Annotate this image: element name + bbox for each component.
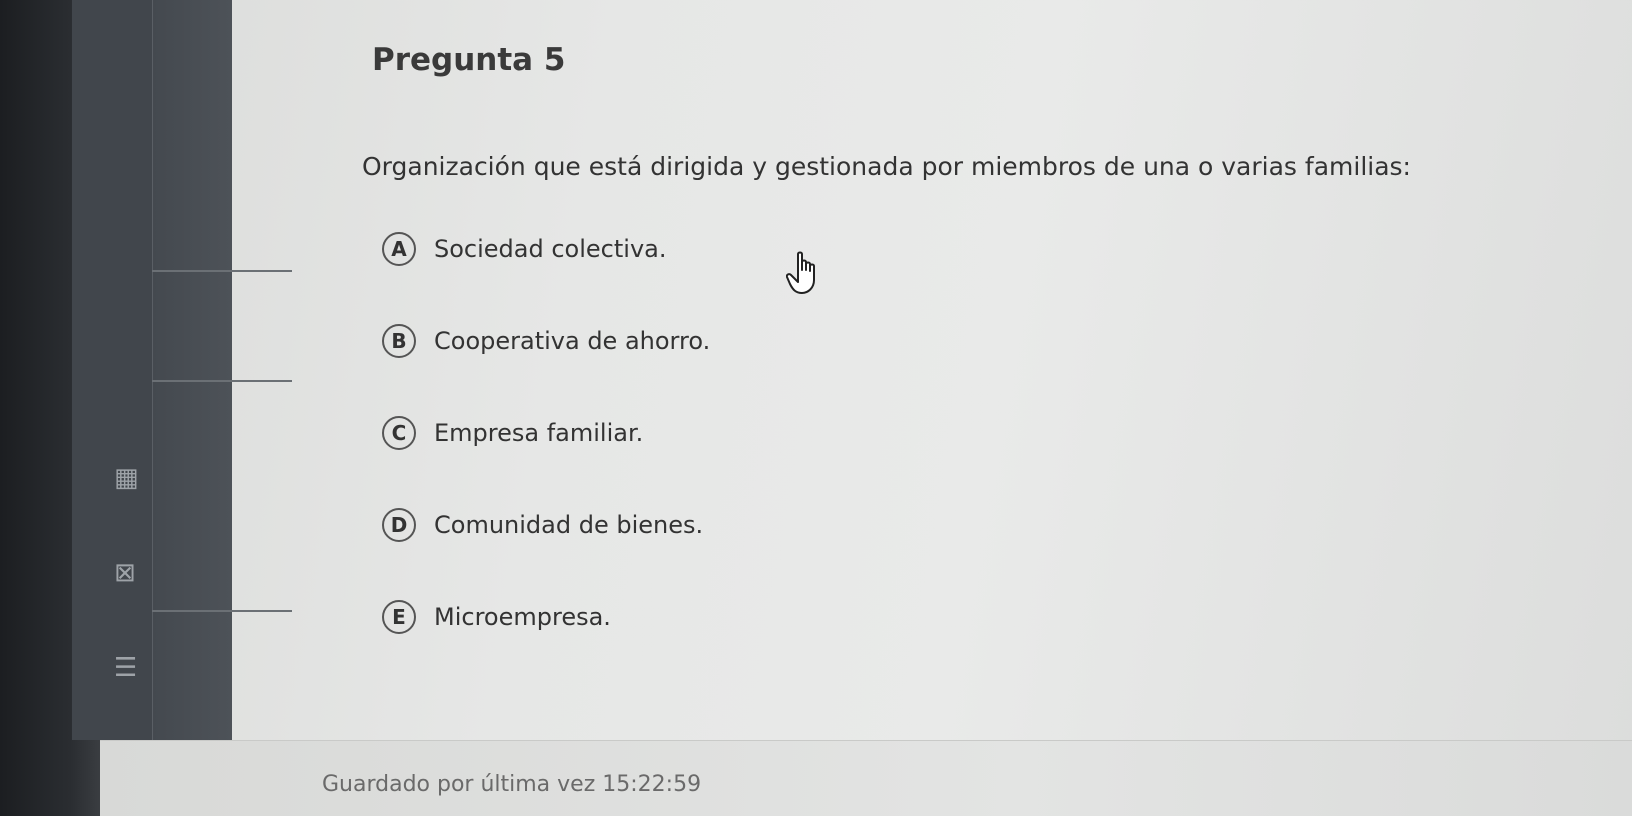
option-c[interactable]: C Empresa familiar. [382, 416, 710, 508]
option-e[interactable]: E Microempresa. [382, 600, 710, 692]
question-text: Organización que está dirigida y gestion… [362, 152, 1411, 181]
sidebar-lane [72, 0, 153, 740]
question-panel: Pregunta 5 Organización que está dirigid… [232, 0, 1632, 740]
option-a[interactable]: A Sociedad colectiva. [382, 232, 710, 324]
option-letter[interactable]: E [382, 600, 416, 634]
option-letter[interactable]: C [382, 416, 416, 450]
option-label[interactable]: Comunidad de bienes. [434, 508, 703, 542]
option-letter[interactable]: B [382, 324, 416, 358]
hand-pointer-icon [786, 251, 815, 294]
option-label[interactable]: Sociedad colectiva. [434, 232, 666, 266]
option-letter[interactable]: D [382, 508, 416, 542]
option-label[interactable]: Cooperativa de ahorro. [434, 324, 710, 358]
option-d[interactable]: D Comunidad de bienes. [382, 508, 710, 600]
option-label[interactable]: Microempresa. [434, 600, 611, 634]
option-label[interactable]: Empresa familiar. [434, 416, 643, 450]
question-title: Pregunta 5 [372, 42, 566, 78]
last-saved-status: Guardado por última vez 15:22:59 [322, 772, 702, 797]
option-b[interactable]: B Cooperativa de ahorro. [382, 324, 710, 416]
close-icon[interactable]: ⊠ [114, 560, 136, 586]
left-sidebar: ▦ ⊠ ☰ [72, 0, 292, 740]
option-letter[interactable]: A [382, 232, 416, 266]
list-icon[interactable]: ☰ [114, 655, 137, 681]
answer-options: A Sociedad colectiva. B Cooperativa de a… [382, 232, 710, 692]
grid-icon[interactable]: ▦ [114, 465, 139, 491]
